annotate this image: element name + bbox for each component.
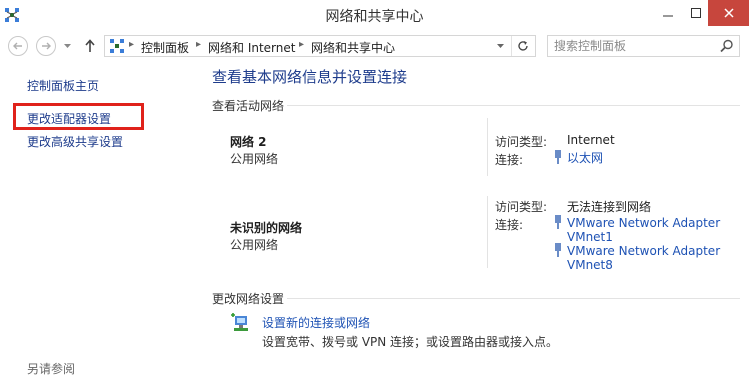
back-arrow-icon [13,42,22,50]
access-type-label: 访问类型: [495,135,548,149]
vertical-divider [487,118,488,176]
ethernet-plug-icon [555,150,561,164]
connection-label: 连接: [495,218,524,232]
control-panel-icon [110,39,124,53]
up-arrow-icon [85,39,95,52]
access-type-value: Internet [567,133,615,147]
title-bar: 网络和共享中心 [0,0,749,30]
connection-label: 连接: [495,153,524,167]
section-divider [287,105,740,106]
network-type[interactable]: 公用网络 [230,236,278,253]
connection-link-line: VMnet8 [567,258,613,272]
refresh-button[interactable] [511,36,534,56]
ethernet-plug-icon [555,243,561,257]
breadcrumb-separator: ▸ [129,39,135,50]
minimize-icon [663,15,673,17]
sidebar-item-control-panel-home[interactable]: 控制面板主页 [27,77,99,94]
address-dropdown[interactable] [491,36,509,56]
breadcrumb-separator: ▸ [196,39,202,50]
close-button[interactable] [708,0,749,26]
network-name: 未识别的网络 [230,221,303,235]
access-type-value: 无法连接到网络 [567,200,652,214]
back-button[interactable] [8,36,28,56]
forward-button[interactable] [36,36,56,56]
network-name: 网络 2 [230,135,267,149]
connection-link-line: VMnet1 [567,230,613,244]
connection-link-line: VMware Network Adapter [567,244,721,258]
page-title: 查看基本网络信息并设置连接 [212,68,408,86]
breadcrumb-separator: ▸ [299,39,305,50]
window-title: 网络和共享中心 [325,9,424,25]
sidebar-item-advanced-sharing-settings[interactable]: 更改高级共享设置 [27,133,123,150]
section-divider [287,298,740,299]
search-icon[interactable] [719,38,735,54]
connection-link-ethernet[interactable]: 以太网 [567,151,603,165]
chevron-down-icon [63,43,71,48]
setup-connection-description: 设置宽带、拨号或 VPN 连接；或设置路由器或接入点。 [262,335,559,349]
chevron-down-icon [496,43,504,48]
search-input[interactable] [548,36,728,56]
see-also-heading: 另请参阅 [27,362,76,376]
breadcrumb-control-panel[interactable]: 控制面板 [141,39,189,56]
maximize-icon [691,8,701,18]
setup-new-connection-link[interactable]: 设置新的连接或网络 [262,314,370,331]
sidebar-item-change-adapter-settings[interactable]: 更改适配器设置 [27,110,111,127]
search-box[interactable] [547,35,740,57]
active-networks-heading: 查看活动网络 [212,99,285,113]
new-connection-icon [231,313,248,331]
connection-link-line: VMware Network Adapter [567,216,721,230]
network-type[interactable]: 公用网络 [230,150,278,167]
connection-link-vmnet8[interactable]: VMware Network Adapter VMnet8 [567,244,720,272]
vertical-divider [487,196,488,268]
change-network-settings-heading: 更改网络设置 [212,292,285,306]
up-button[interactable] [82,37,98,55]
access-type-label: 访问类型: [495,200,548,214]
breadcrumb-network-internet[interactable]: 网络和 Internet [208,39,295,56]
address-bar[interactable]: ▸ 控制面板 ▸ 网络和 Internet ▸ 网络和共享中心 [104,35,536,57]
forward-arrow-icon [42,42,51,50]
breadcrumb-sharing-center[interactable]: 网络和共享中心 [311,39,395,56]
refresh-icon [518,41,528,51]
close-icon [723,8,734,18]
recent-pages-dropdown[interactable] [62,40,72,52]
ethernet-plug-icon [555,215,561,229]
connection-link-vmnet1[interactable]: VMware Network Adapter VMnet1 [567,216,720,244]
